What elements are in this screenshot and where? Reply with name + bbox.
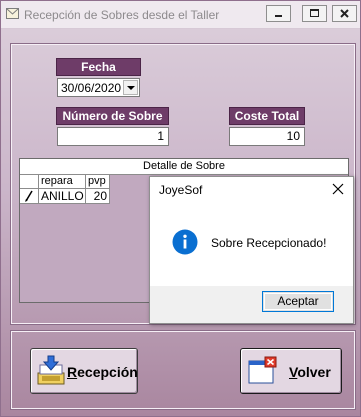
maximize-icon	[310, 9, 319, 17]
message-dialog: JoyeSof Sobre Recepcionado! Aceptar	[149, 176, 354, 324]
dialog-message: Sobre Recepcionado!	[211, 236, 327, 250]
pencil-icon	[25, 190, 33, 202]
table-cell-pvp[interactable]: 20	[86, 189, 110, 204]
minimize-button[interactable]	[266, 5, 291, 22]
fecha-value: 30/06/2020	[61, 81, 122, 95]
inbox-download-icon	[37, 355, 65, 385]
row-indicator-header	[20, 175, 39, 189]
grid-caption: Detalle de Sobre	[20, 159, 348, 175]
fecha-dropdown-button[interactable]	[123, 80, 138, 95]
column-header-pvp[interactable]: pvp	[86, 175, 110, 189]
aceptar-button[interactable]: Aceptar	[262, 291, 334, 312]
fecha-picker[interactable]: 30/06/2020	[57, 78, 140, 97]
maximize-button[interactable]	[302, 5, 327, 22]
row-indicator[interactable]	[20, 189, 39, 204]
recepcion-label: ecepción	[77, 364, 138, 380]
column-header-repara[interactable]: repara	[39, 175, 86, 189]
numero-sobre-field[interactable]: 1	[57, 127, 169, 146]
dialog-footer: Aceptar	[150, 286, 353, 323]
coste-total-field[interactable]: 10	[229, 127, 305, 146]
info-icon	[172, 229, 198, 255]
window-close-icon	[248, 356, 277, 384]
close-button[interactable]	[332, 5, 357, 22]
title-bar: Recepción de Sobres desde el Taller	[1, 1, 360, 29]
dialog-title: JoyeSof	[159, 183, 203, 197]
recepcion-hotkey: R	[67, 364, 78, 380]
window-title: Recepción de Sobres desde el Taller	[24, 8, 220, 22]
close-icon	[340, 9, 349, 18]
main-window: Recepción de Sobres desde el Taller Fech…	[0, 0, 361, 417]
numero-sobre-label: Número de Sobre	[56, 107, 169, 125]
dialog-close-icon[interactable]	[331, 182, 345, 196]
volver-button[interactable]: Volver	[240, 348, 342, 394]
volver-label: olver	[297, 364, 331, 380]
coste-total-label: Coste Total	[229, 107, 305, 125]
fecha-label: Fecha	[56, 58, 141, 76]
minimize-icon	[275, 15, 282, 17]
envelope-icon	[6, 8, 19, 19]
chevron-down-icon	[127, 86, 135, 90]
recepcion-button[interactable]: Recepción	[30, 348, 138, 394]
dialog-body: Sobre Recepcionado!	[150, 204, 353, 286]
table-cell-repara[interactable]: ANILLO	[39, 189, 86, 204]
